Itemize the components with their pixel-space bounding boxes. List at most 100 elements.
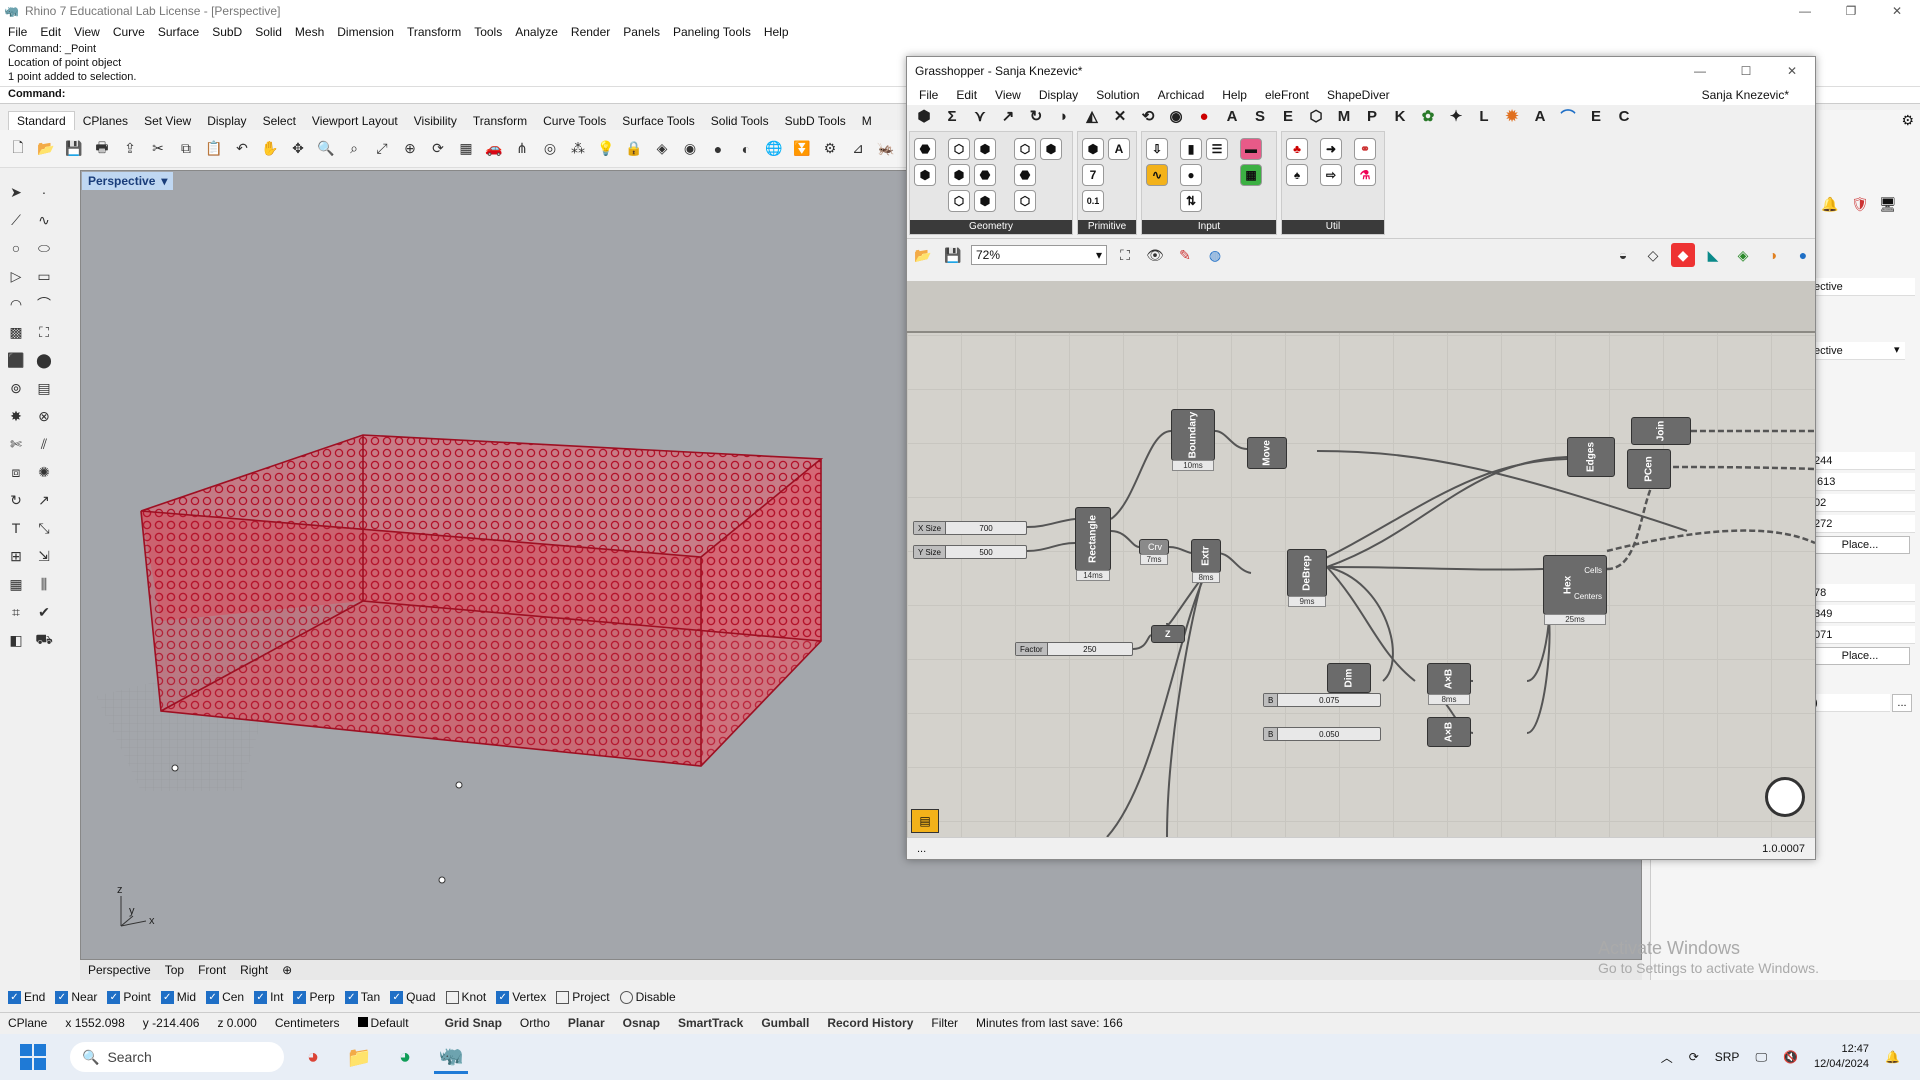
- open-folder-icon[interactable]: 📂: [34, 137, 58, 161]
- tab-right[interactable]: Right: [240, 963, 268, 977]
- menu-solid[interactable]: Solid: [255, 25, 282, 39]
- param-icon[interactable]: ⬡: [1014, 138, 1036, 160]
- chrome-icon[interactable]: ◕: [296, 1040, 330, 1074]
- place-button[interactable]: Place...: [1810, 536, 1910, 554]
- move-view-icon[interactable]: ✥: [286, 137, 310, 161]
- sketch-icon[interactable]: ✎: [1173, 243, 1197, 267]
- dimension-tool-icon[interactable]: ⤡: [32, 516, 56, 540]
- graph-mapper-icon[interactable]: ∿: [1146, 164, 1168, 186]
- ellipse-icon[interactable]: ⬭: [32, 236, 56, 260]
- toggle-filter[interactable]: Filter: [931, 1016, 958, 1030]
- unit-z-component[interactable]: Z: [1151, 625, 1185, 643]
- color-wheel-icon[interactable]: ◉: [678, 137, 702, 161]
- osnap-perp[interactable]: ✓ Perp: [293, 990, 335, 1004]
- tab-display[interactable]: Display: [199, 112, 254, 130]
- globe-icon[interactable]: ◍: [1203, 243, 1227, 267]
- maximize-button[interactable]: ❐: [1828, 0, 1874, 22]
- arc-icon[interactable]: ◠: [4, 292, 28, 316]
- save-icon[interactable]: 💾: [62, 137, 86, 161]
- point-object[interactable]: [171, 764, 179, 772]
- tab-transform[interactable]: Transform: [465, 112, 535, 130]
- tab-a2[interactable]: A: [1531, 108, 1549, 125]
- circles-icon[interactable]: ⚭: [1354, 138, 1376, 160]
- ribbon-label-input[interactable]: Input: [1142, 220, 1276, 234]
- extend-icon[interactable]: ↗: [32, 488, 56, 512]
- output-centers[interactable]: Centers: [1574, 592, 1602, 601]
- tab-e2[interactable]: E: [1587, 108, 1605, 125]
- button-icon[interactable]: ●: [1180, 164, 1202, 186]
- param-icon[interactable]: ⬡: [1014, 190, 1036, 212]
- extrude-component[interactable]: Extr 8ms: [1191, 539, 1221, 583]
- windows-start-icon[interactable]: [20, 1044, 46, 1070]
- dimension-icon[interactable]: ⊿: [846, 137, 870, 161]
- hexagonal-cells-component[interactable]: Hex Cells Centers 25ms: [1543, 555, 1607, 625]
- tab-vector-icon[interactable]: ↗: [999, 107, 1017, 125]
- tab-fire-icon[interactable]: ✹: [1503, 107, 1521, 125]
- osnap-disable[interactable]: Disable: [619, 990, 676, 1004]
- gh-menu-view[interactable]: View: [995, 88, 1021, 102]
- debrep-component[interactable]: DeBrep 9ms: [1287, 549, 1327, 607]
- toggle-osnap[interactable]: Osnap: [623, 1016, 660, 1030]
- tab-wave-icon[interactable]: ⌒: [1559, 106, 1577, 127]
- menu-file[interactable]: File: [8, 25, 27, 39]
- gh-canvas[interactable]: X Size 700 Y Size 500 Factor 250 B 0.075…: [907, 281, 1815, 837]
- osnap-vertex[interactable]: ✓ Vertex: [496, 990, 546, 1004]
- explode-icon[interactable]: ✺: [32, 460, 56, 484]
- zoom-extents-icon[interactable]: ⛶: [1113, 243, 1137, 267]
- multiply-component-1[interactable]: A×B 8ms: [1427, 663, 1471, 705]
- target-icon[interactable]: ◎: [538, 137, 562, 161]
- menu-mesh[interactable]: Mesh: [295, 25, 324, 39]
- points-icon[interactable]: ⁂: [566, 137, 590, 161]
- panel-toggle-icon[interactable]: ▤: [911, 809, 939, 833]
- tab-subd-tools[interactable]: SubD Tools: [777, 112, 854, 130]
- preview-wire-icon[interactable]: ◇: [1641, 243, 1665, 267]
- group-icon[interactable]: ⧈: [4, 460, 28, 484]
- osnap-end[interactable]: ✓ End: [8, 990, 45, 1004]
- param-icon[interactable]: ⬣: [914, 138, 936, 160]
- osnap-cen[interactable]: ✓ Cen: [206, 990, 244, 1004]
- snap-icon[interactable]: ⋔: [510, 137, 534, 161]
- gh-menu-display[interactable]: Display: [1039, 88, 1078, 102]
- tab-l[interactable]: L: [1475, 108, 1493, 125]
- menu-subd[interactable]: SubD: [212, 25, 242, 39]
- factor-slider[interactable]: Factor 250: [1015, 642, 1133, 656]
- display-icon[interactable]: 🖵: [1755, 1050, 1767, 1065]
- polyline-icon[interactable]: ⟋: [4, 208, 28, 232]
- panel-tab-icon[interactable]: 🖥: [1879, 196, 1897, 213]
- tab-surface-tools[interactable]: Surface Tools: [614, 112, 703, 130]
- fillet-icon[interactable]: ↻: [4, 488, 28, 512]
- boundary-component[interactable]: Boundary 10ms: [1171, 409, 1215, 471]
- car-icon[interactable]: 🚗: [482, 137, 506, 161]
- gh-menu-file[interactable]: File: [919, 88, 938, 102]
- integer-param-icon[interactable]: 7: [1082, 164, 1104, 186]
- chevron-down-icon[interactable]: ▾: [161, 174, 167, 188]
- zoom-selected-icon[interactable]: ⊕: [398, 137, 422, 161]
- tab-transform-icon[interactable]: ⟲: [1139, 107, 1157, 125]
- gh-close-button[interactable]: ✕: [1769, 57, 1815, 85]
- grid-array-icon[interactable]: ▦: [4, 572, 28, 596]
- pan-hand-icon[interactable]: ✋: [258, 137, 282, 161]
- cplane-label[interactable]: CPlane: [8, 1016, 47, 1030]
- taskbar-search[interactable]: 🔍 Search: [70, 1042, 284, 1072]
- minimize-button[interactable]: —: [1782, 0, 1828, 22]
- move-component[interactable]: Move: [1247, 437, 1287, 469]
- ribbon-label-geometry[interactable]: Geometry: [910, 220, 1072, 234]
- gear-icon[interactable]: ⚙: [818, 137, 842, 161]
- colour-swatch-icon[interactable]: ▬: [1240, 138, 1262, 160]
- tab-display-icon[interactable]: ◉: [1167, 107, 1185, 125]
- circle-icon[interactable]: ○: [4, 236, 28, 260]
- paste-icon[interactable]: 📋: [202, 137, 226, 161]
- tab-k[interactable]: K: [1391, 108, 1409, 125]
- tab-standard[interactable]: Standard: [8, 111, 75, 130]
- grasshopper-icon[interactable]: 🦗: [874, 137, 898, 161]
- save-icon[interactable]: 💾: [941, 243, 965, 267]
- param-icon[interactable]: ⬡: [948, 190, 970, 212]
- preview-eye-icon[interactable]: 👁: [1143, 243, 1167, 267]
- lock-icon[interactable]: 🔒: [622, 137, 646, 161]
- undo-icon[interactable]: ↶: [230, 137, 254, 161]
- tab-elefront-icon[interactable]: ✦: [1447, 107, 1465, 125]
- viewport-layout-icon[interactable]: ▦: [454, 137, 478, 161]
- osnap-mid[interactable]: ✓ Mid: [160, 990, 196, 1004]
- loft-icon[interactable]: ⛶: [32, 320, 56, 344]
- rhino-taskbar-icon[interactable]: 🦏: [434, 1040, 468, 1074]
